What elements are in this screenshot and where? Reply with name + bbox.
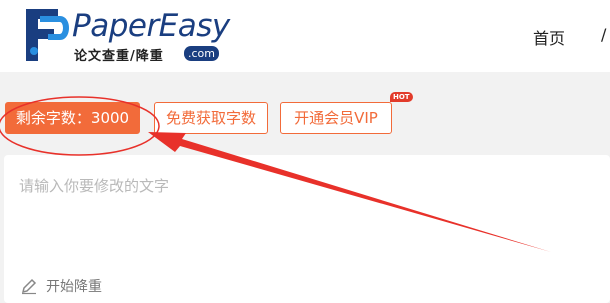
- logo-subtitle: 论文查重/降重: [74, 49, 164, 64]
- papereasy-logo-icon[interactable]: [18, 5, 70, 65]
- start-rewrite-label: 开始降重: [46, 279, 102, 295]
- start-rewrite-button[interactable]: 开始降重: [20, 275, 102, 297]
- text-editor[interactable]: 请输入你要修改的文字 开始降重: [4, 155, 610, 303]
- logo-wordmark[interactable]: PaperEasy: [72, 8, 230, 44]
- free-words-button[interactable]: 免费获取字数: [154, 102, 268, 134]
- nav-next-link[interactable]: /: [601, 25, 606, 44]
- remaining-words-button[interactable]: 剩余字数：3000: [5, 102, 140, 134]
- logo-domain-badge: .com: [184, 46, 219, 61]
- nav-home-link[interactable]: 首页: [533, 25, 565, 49]
- pencil-icon: [21, 278, 37, 295]
- site-header: PaperEasy 论文查重/降重 .com 首页 /: [0, 0, 610, 72]
- vip-button[interactable]: 开通会员VIP: [280, 102, 392, 134]
- hot-badge: HOT: [390, 92, 413, 102]
- editor-placeholder: 请输入你要修改的文字: [19, 177, 170, 195]
